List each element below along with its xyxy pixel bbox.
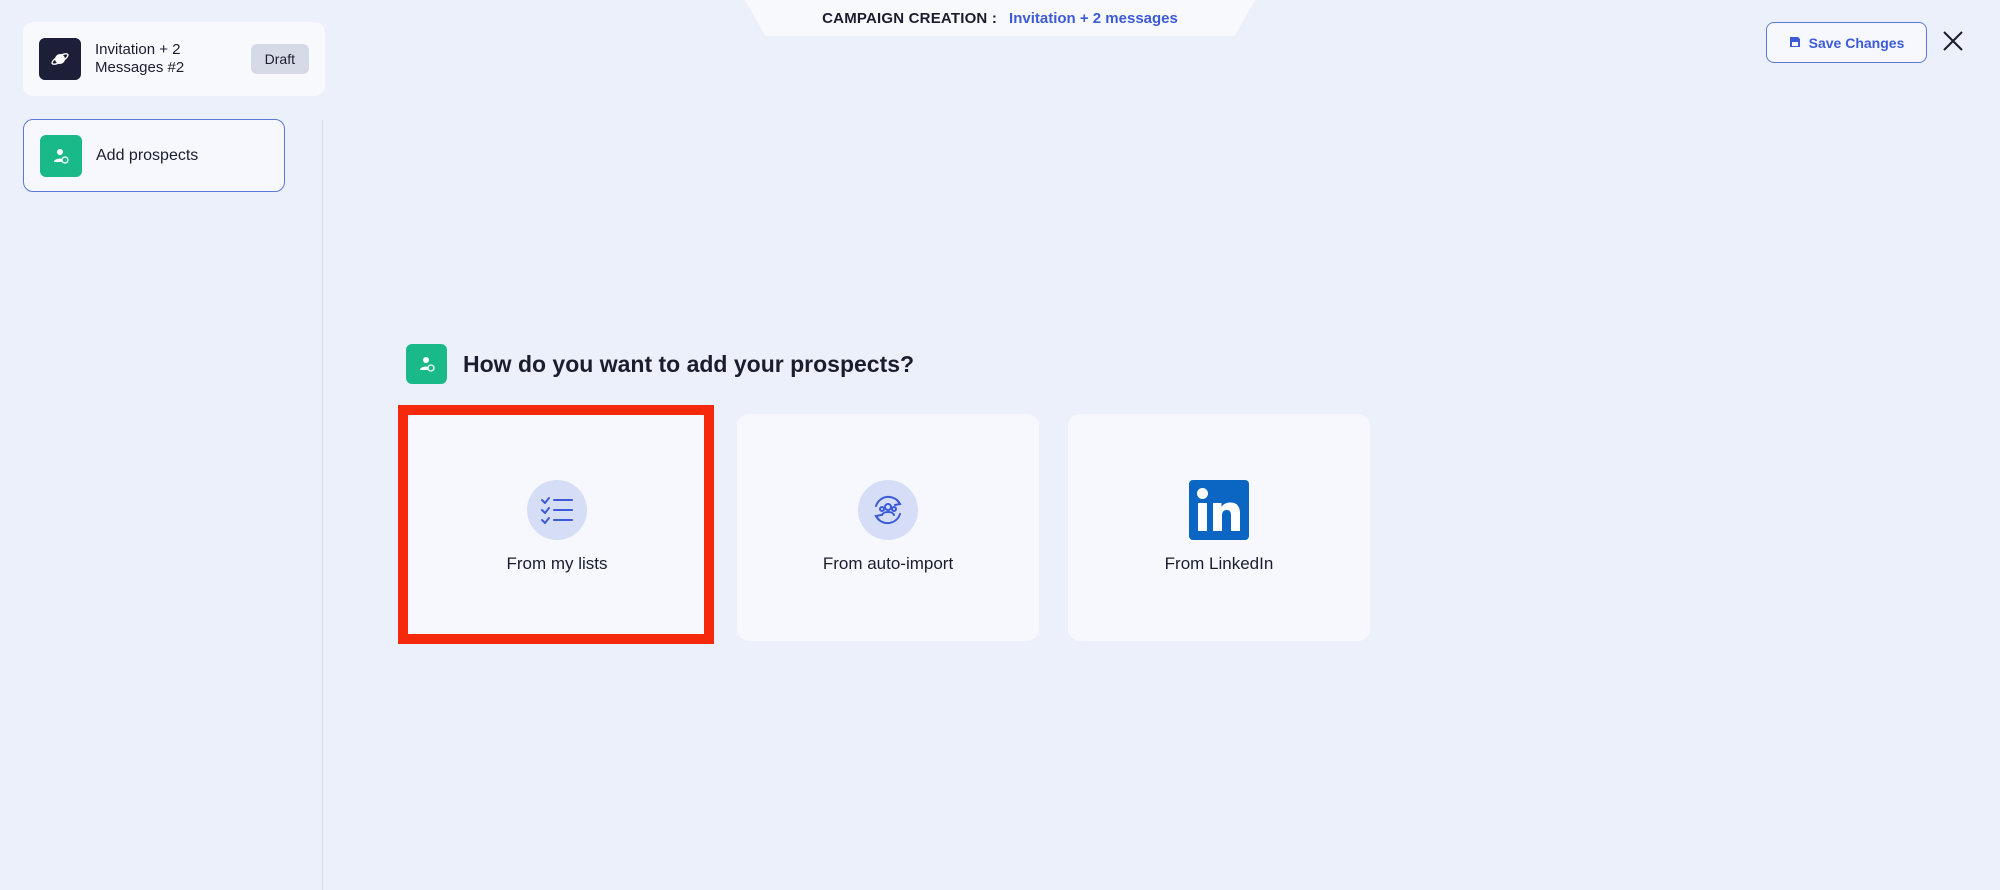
status-badge: Draft	[250, 44, 309, 74]
option-icon-wrapper	[527, 480, 587, 540]
option-from-linkedin[interactable]: From LinkedIn	[1068, 414, 1370, 641]
option-from-my-lists[interactable]: From my lists	[406, 414, 708, 641]
option-icon-wrapper	[1189, 480, 1249, 540]
banner-label: CAMPAIGN CREATION :	[822, 9, 998, 27]
option-label: From LinkedIn	[1164, 554, 1274, 573]
option-label: From my lists	[506, 554, 608, 573]
campaign-title: Invitation + 2 Messages #2	[95, 41, 185, 76]
sidebar-step-add-prospects[interactable]: Add prospects	[23, 119, 285, 192]
option-from-auto-import[interactable]: From auto-import	[737, 414, 1039, 641]
close-icon[interactable]	[1940, 28, 1966, 54]
sidebar-step-label: Add prospects	[96, 146, 199, 164]
linkedin-logo-icon	[1189, 480, 1249, 540]
save-icon	[1789, 35, 1801, 51]
option-icon-wrapper	[858, 480, 918, 540]
save-changes-button[interactable]: Save Changes	[1766, 22, 1927, 63]
prospects-question: How do you want to add your prospects?	[406, 344, 914, 384]
option-label: From auto-import	[822, 554, 954, 573]
sidebar-divider	[322, 120, 323, 890]
campaign-card: Invitation + 2 Messages #2 Draft	[23, 22, 325, 96]
add-user-icon	[406, 344, 447, 384]
sync-people-icon	[858, 480, 918, 540]
checklist-icon	[527, 480, 587, 540]
page-title: How do you want to add your prospects?	[463, 350, 915, 377]
campaign-creation-banner: CAMPAIGN CREATION : Invitation + 2 messa…	[745, 0, 1255, 36]
save-changes-label: Save Changes	[1808, 34, 1905, 51]
banner-campaign-name[interactable]: Invitation + 2 messages	[1009, 10, 1178, 27]
planet-icon	[39, 38, 81, 80]
add-user-icon	[40, 134, 82, 177]
